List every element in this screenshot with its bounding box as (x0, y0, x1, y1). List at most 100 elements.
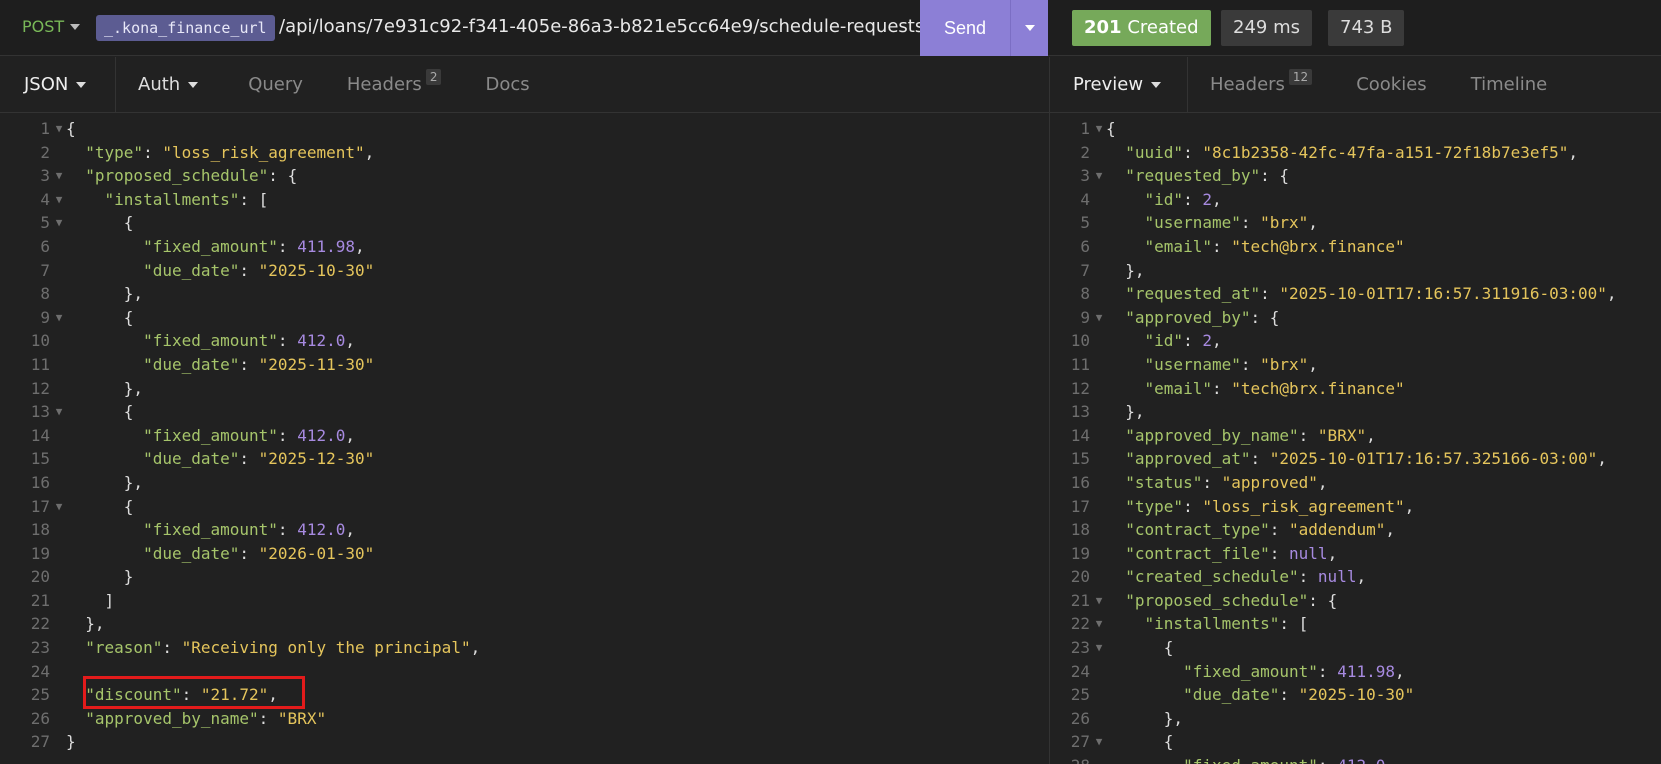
code-text: "type": "loss_risk_agreement", (1106, 495, 1414, 519)
code-token: "2025-10-30" (1298, 685, 1415, 705)
code-text: } (66, 730, 76, 754)
line-number: 21 (30, 590, 50, 610)
line-number: 18 (1070, 520, 1090, 540)
fold-arrow-icon[interactable]: ▼ (1092, 636, 1106, 660)
code-token: 411.98 (297, 236, 355, 256)
code-token: 2 (1202, 331, 1212, 351)
line-number: 15 (30, 449, 50, 469)
code-token: "due_date" (1183, 685, 1280, 705)
url-bar: POST _.kona_finance_url /api/loans/7e931… (0, 0, 1661, 56)
code-text: "installments": [ (66, 188, 269, 212)
code-token: : { (1308, 590, 1338, 610)
fold-gutter (52, 424, 66, 448)
code-line: 23 ▼ { (1050, 636, 1661, 660)
environment-variable-tag[interactable]: _.kona_finance_url (96, 15, 275, 41)
line-number: 5 (40, 213, 50, 233)
tab-docs[interactable]: Docs (463, 57, 551, 112)
code-text: "id": 2, (1106, 329, 1222, 353)
chevron-down-icon (188, 81, 199, 88)
code-line: 26 "approved_by_name": "BRX" (0, 707, 1049, 731)
fold-arrow-icon[interactable]: ▼ (52, 306, 66, 330)
fold-arrow-icon[interactable]: ▼ (1092, 117, 1106, 141)
code-text: "uuid": "8c1b2358-42fc-47fa-a151-72f18b7… (1106, 141, 1578, 165)
code-token: : (277, 425, 298, 445)
tab-label: Headers (346, 74, 422, 95)
line-number: 21 (1070, 590, 1090, 610)
fold-arrow-icon[interactable]: ▼ (1092, 164, 1106, 188)
code-text: "contract_file": null, (1106, 542, 1337, 566)
code-text: ] (66, 589, 115, 613)
code-token: "2025-10-01T17:16:57.311916-03:00" (1279, 284, 1607, 304)
code-token: : (1211, 236, 1232, 256)
line-number: 4 (40, 189, 50, 209)
code-text: } (66, 565, 134, 589)
code-text: "approved_at": "2025-10-01T17:16:57.3251… (1106, 447, 1607, 471)
tab-label: Preview (1073, 74, 1144, 95)
line-number: 24 (30, 661, 50, 681)
tab-cookies[interactable]: Cookies (1334, 57, 1448, 112)
line-number: 20 (30, 567, 50, 587)
code-token: "approved_at" (1125, 449, 1251, 469)
code-token: , (1327, 543, 1338, 563)
line-number: 20 (1070, 567, 1090, 587)
code-token: }, (66, 378, 144, 398)
code-text: }, (1106, 707, 1183, 731)
tab-preview[interactable]: Preview (1050, 57, 1188, 112)
line-number: 4 (1080, 189, 1090, 209)
tab-label: Query (248, 74, 303, 95)
fold-arrow-icon[interactable]: ▼ (1092, 589, 1106, 613)
send-button[interactable]: Send (920, 0, 1010, 56)
fold-arrow-icon[interactable]: ▼ (1092, 306, 1106, 330)
tab-timeline[interactable]: Timeline (1449, 57, 1570, 112)
fold-arrow-icon[interactable]: ▼ (52, 164, 66, 188)
fold-gutter (52, 542, 66, 566)
code-line: 23 "reason": "Receiving only the princip… (0, 636, 1049, 660)
code-token: : (1240, 354, 1261, 374)
code-token: , (1366, 425, 1376, 445)
fold-arrow-icon[interactable]: ▼ (52, 400, 66, 424)
fold-arrow-icon[interactable]: ▼ (1092, 612, 1106, 636)
tab-headers[interactable]: Headers 2 (325, 57, 464, 112)
code-token: }, (1106, 402, 1145, 422)
fold-gutter (1092, 400, 1106, 424)
code-token: : (1183, 142, 1203, 162)
line-number: 14 (1070, 425, 1090, 445)
code-token: }, (1106, 260, 1145, 280)
code-line: 27 ▼ { (1050, 730, 1661, 754)
request-body-editor[interactable]: 1 ▼{2 "type": "loss_risk_agreement", 3 ▼ "p… (0, 117, 1049, 754)
fold-arrow-icon[interactable]: ▼ (52, 117, 66, 141)
code-token: "due_date" (143, 260, 240, 280)
line-number: 2 (1080, 142, 1090, 162)
code-line: 18 "fixed_amount": 412.0, (0, 518, 1049, 542)
headers-count-badge: 2 (425, 68, 442, 85)
send-options-button[interactable] (1010, 0, 1048, 56)
code-token: "type" (85, 142, 144, 162)
tab-response-headers[interactable]: Headers 12 (1188, 57, 1334, 112)
code-token: null (1317, 567, 1357, 587)
tab-auth[interactable]: Auth (116, 57, 220, 112)
fold-gutter (1092, 471, 1106, 495)
code-text: { (66, 211, 134, 235)
fold-arrow-icon[interactable]: ▼ (52, 495, 66, 519)
url-input[interactable]: /api/loans/7e931c92-f341-405e-86a3-b821e… (279, 16, 930, 37)
code-token: "username" (1144, 213, 1241, 233)
code-text: { (1106, 730, 1174, 754)
fold-arrow-icon[interactable]: ▼ (52, 188, 66, 212)
line-number: 18 (30, 520, 50, 540)
fold-arrow-icon[interactable]: ▼ (1092, 730, 1106, 754)
method-selector[interactable]: POST (22, 17, 81, 36)
line-number: 11 (1070, 354, 1090, 374)
fold-gutter (52, 471, 66, 495)
chevron-down-icon (1151, 81, 1162, 88)
fold-arrow-icon[interactable]: ▼ (52, 211, 66, 235)
tab-json-body[interactable]: JSON (0, 57, 116, 112)
tab-query[interactable]: Query (220, 57, 325, 112)
line-number: 24 (1070, 661, 1090, 681)
code-token: , (1606, 284, 1617, 304)
